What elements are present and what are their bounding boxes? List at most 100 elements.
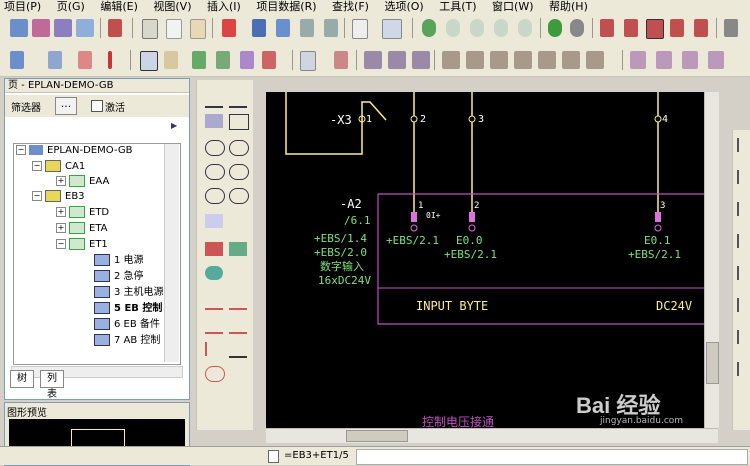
tree-item-project[interactable]: − EPLAN-DEMO-GB	[16, 144, 132, 158]
pause-icon[interactable]	[108, 51, 112, 69]
canvas-vertical-scrollbar[interactable]	[704, 92, 719, 428]
cable-icon[interactable]	[388, 51, 406, 69]
terminal-strip-icon[interactable]	[364, 51, 382, 69]
forward-icon[interactable]	[548, 19, 562, 37]
radius-dimension-icon[interactable]	[205, 342, 225, 356]
report-d-icon[interactable]	[708, 51, 724, 69]
t-node-icon[interactable]	[737, 202, 749, 216]
copy-icon[interactable]	[166, 19, 182, 39]
tree-item-page[interactable]: 6 EB 备件	[94, 318, 160, 332]
zoom-icon[interactable]	[422, 19, 436, 37]
page-icon[interactable]	[352, 19, 368, 39]
undo-icon[interactable]	[252, 19, 266, 37]
tree-item-eaa[interactable]: + EAA	[56, 175, 109, 189]
expand-icon[interactable]: +	[56, 223, 66, 233]
baseline-dimension-icon[interactable]	[229, 318, 247, 334]
connection-symbol-icon[interactable]	[737, 138, 749, 152]
aligned-dimension-icon[interactable]	[229, 294, 247, 310]
t-node-down-icon[interactable]	[737, 234, 749, 248]
angle-dimension-icon[interactable]	[229, 342, 247, 358]
redo-icon[interactable]	[276, 19, 290, 37]
tree-hscrollbar[interactable]	[11, 366, 183, 378]
interruption-icon[interactable]	[737, 362, 749, 376]
menu-window[interactable]: 窗口(W)	[492, 1, 533, 12]
jump-icon[interactable]	[737, 298, 749, 312]
collapse-icon[interactable]: −	[32, 191, 42, 201]
scroll-thumb[interactable]	[346, 430, 408, 442]
spline-tool-icon[interactable]	[205, 214, 223, 228]
plug-icon[interactable]	[412, 51, 430, 69]
structure-box-icon[interactable]	[514, 51, 532, 69]
cut-icon[interactable]	[142, 19, 158, 39]
grid-c-icon[interactable]	[646, 19, 664, 39]
tree-item-etd[interactable]: + ETD	[56, 206, 109, 220]
insert-plc-icon[interactable]	[262, 51, 276, 69]
collapse-icon[interactable]: −	[56, 239, 66, 249]
break-icon[interactable]	[737, 330, 749, 344]
menu-options[interactable]: 选项(O)	[384, 1, 423, 12]
collapse-icon[interactable]: −	[32, 161, 42, 171]
wire-icon[interactable]	[466, 51, 484, 69]
device-box-icon[interactable]	[562, 51, 580, 69]
grid-e-icon[interactable]	[694, 19, 708, 37]
arc-dimension-icon[interactable]	[205, 366, 225, 382]
monitor-icon[interactable]	[382, 19, 402, 39]
undo-list-icon[interactable]	[300, 19, 314, 37]
circle-3pt-tool-icon[interactable]	[229, 140, 249, 156]
arrow-right-icon[interactable]: ▶	[171, 121, 177, 130]
expand-icon[interactable]: +	[56, 207, 66, 217]
menu-edit[interactable]: 编辑(E)	[100, 1, 138, 12]
image-tool-icon[interactable]	[229, 242, 247, 256]
open-project-icon[interactable]	[32, 19, 50, 37]
macro-icon[interactable]	[78, 51, 92, 69]
potential-icon[interactable]	[442, 51, 460, 69]
corner-icon[interactable]	[737, 170, 749, 184]
insert-device-icon[interactable]	[216, 51, 230, 69]
delete-icon[interactable]	[222, 19, 236, 37]
tab-tree[interactable]: 树	[10, 370, 34, 388]
menu-tools[interactable]: 工具(T)	[439, 1, 476, 12]
tree-item-ca1[interactable]: − CA1	[32, 160, 85, 174]
arc-3pt-tool-icon[interactable]	[229, 164, 249, 180]
activate-checkbox[interactable]	[91, 100, 103, 112]
cross-icon[interactable]	[737, 266, 749, 280]
grid-d-icon[interactable]	[670, 19, 684, 37]
expand-icon[interactable]: +	[56, 176, 66, 186]
menu-find[interactable]: 查找(F)	[332, 1, 369, 12]
zoom-out-icon[interactable]	[494, 19, 508, 37]
connection-icon[interactable]	[334, 51, 348, 69]
tree-item-eb3[interactable]: − EB3	[32, 190, 85, 204]
black-box-icon[interactable]	[490, 51, 508, 69]
interrupt-icon[interactable]	[586, 51, 604, 69]
grid-b-icon[interactable]	[624, 19, 638, 37]
paste-icon[interactable]	[190, 19, 206, 39]
tree-item-page[interactable]: 1 电源	[94, 254, 144, 268]
arc-tool-icon[interactable]	[205, 164, 225, 180]
zoom-window-icon[interactable]	[446, 19, 460, 37]
back-icon[interactable]	[570, 19, 584, 37]
insert-symbol-icon[interactable]	[192, 51, 206, 69]
grid-a-icon[interactable]	[600, 19, 614, 37]
page-nav-icon[interactable]	[10, 51, 24, 69]
chain-dimension-icon[interactable]	[205, 318, 223, 334]
tree-item-page[interactable]: 2 急停	[94, 270, 144, 284]
globe-icon[interactable]	[205, 266, 223, 280]
insert-macro-icon[interactable]	[240, 51, 254, 69]
filter-button[interactable]: ...	[55, 97, 77, 115]
menu-insert[interactable]: 插入(I)	[207, 1, 241, 12]
menu-page[interactable]: 页(G)	[57, 1, 85, 12]
tree-item-page-selected[interactable]: 5 EB 控制	[94, 302, 162, 316]
polyline-tool-icon[interactable]	[229, 92, 247, 108]
location-box-icon[interactable]	[538, 51, 556, 69]
properties-icon[interactable]	[76, 19, 94, 37]
line-tool-icon[interactable]	[205, 92, 223, 108]
menu-project[interactable]: 项目(P)	[4, 1, 41, 12]
insert-page-icon[interactable]	[164, 51, 178, 69]
redo-list-icon[interactable]	[324, 19, 338, 37]
tab-list[interactable]: 列表	[40, 370, 64, 400]
tree-item-page[interactable]: 7 AB 控制	[94, 334, 160, 348]
scroll-thumb[interactable]	[706, 342, 719, 384]
report-icon[interactable]	[630, 51, 646, 69]
circle-tool-icon[interactable]	[205, 140, 225, 156]
tool-icon[interactable]	[108, 19, 122, 37]
